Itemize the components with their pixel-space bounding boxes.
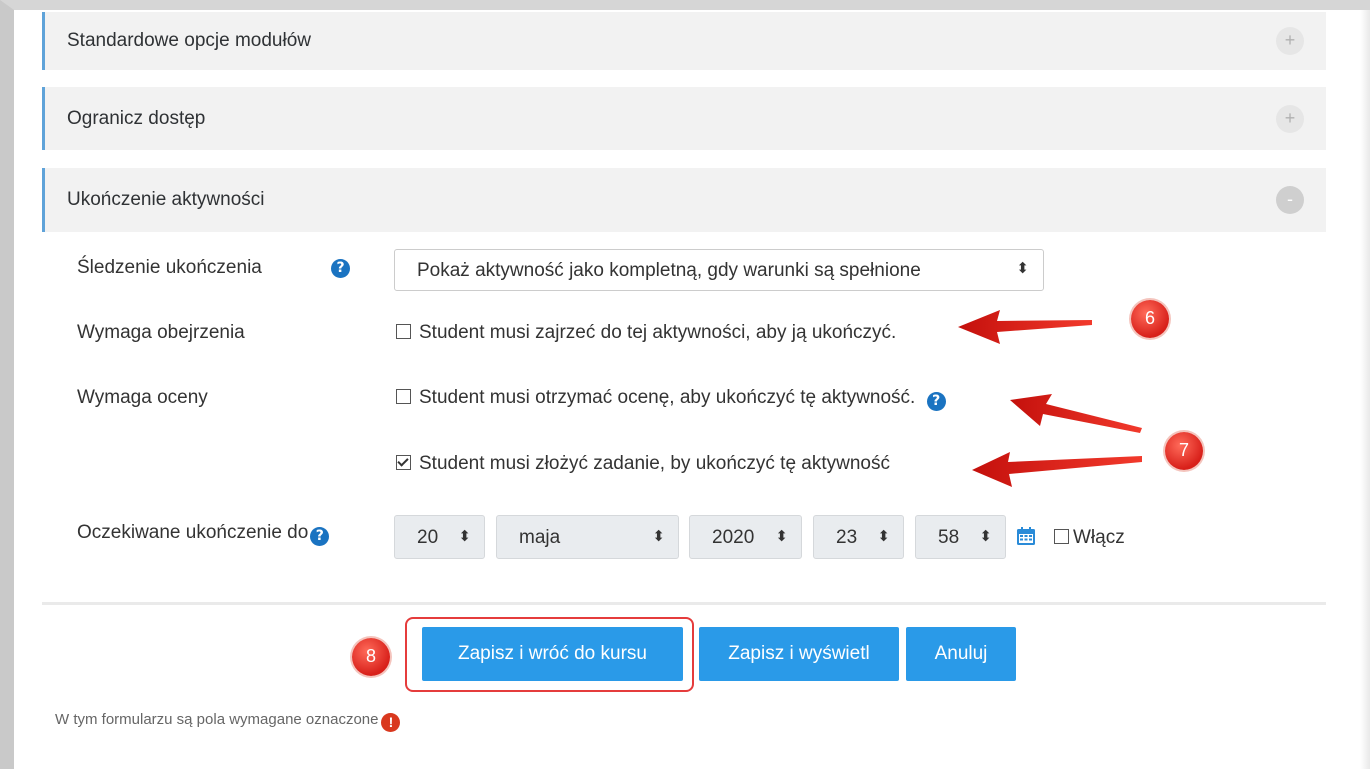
annotation-badge-6: 6 bbox=[1131, 300, 1169, 338]
view-checkbox-label: Student musi zajrzeć do tej aktywności, … bbox=[419, 322, 897, 343]
day-value: 20 bbox=[417, 527, 439, 548]
grade-checkbox-label: Student musi otrzymać ocenę, aby ukończy… bbox=[419, 387, 916, 408]
section-title: Standardowe opcje modułów bbox=[67, 30, 311, 51]
expected-label-text: Oczekiwane ukończenie do bbox=[77, 522, 309, 543]
tracking-select-value: Pokaż aktywność jako kompletną, gdy waru… bbox=[417, 260, 921, 281]
save-and-display-button[interactable]: Zapisz i wyświetl bbox=[699, 627, 899, 681]
collapse-icon[interactable]: - bbox=[1276, 186, 1304, 214]
select-arrows-icon: ⬍ bbox=[652, 528, 665, 545]
select-arrows-icon: ⬍ bbox=[979, 528, 992, 545]
view-label: Wymaga obejrzenia bbox=[77, 322, 245, 343]
enable-checkbox-row[interactable]: Włącz bbox=[1054, 527, 1125, 549]
view-checkbox[interactable] bbox=[396, 324, 411, 339]
submit-checkbox-row[interactable]: Student musi złożyć zadanie, by ukończyć… bbox=[396, 453, 890, 475]
hour-value: 23 bbox=[836, 527, 858, 548]
save-and-return-button[interactable]: Zapisz i wróć do kursu bbox=[422, 627, 683, 681]
grade-checkbox-row[interactable]: Student musi otrzymać ocenę, aby ukończy… bbox=[396, 387, 946, 411]
question-circle-icon[interactable]: ? bbox=[926, 392, 946, 411]
view-checkbox-row[interactable]: Student musi zajrzeć do tej aktywności, … bbox=[396, 322, 896, 344]
expand-icon[interactable]: + bbox=[1276, 105, 1304, 133]
year-select[interactable]: 2020 ⬍ bbox=[689, 515, 802, 559]
section-restrict-access[interactable]: Ogranicz dostęp + bbox=[42, 87, 1326, 150]
question-circle-icon[interactable]: ? bbox=[331, 259, 350, 278]
select-arrows-icon: ⬍ bbox=[877, 528, 890, 545]
year-value: 2020 bbox=[712, 527, 755, 548]
exclamation-circle-icon: ! bbox=[381, 713, 401, 732]
section-title: Ogranicz dostęp bbox=[67, 108, 206, 129]
section-title: Ukończenie aktywności bbox=[67, 189, 265, 210]
grade-checkbox[interactable] bbox=[396, 389, 411, 404]
annotation-badge-8: 8 bbox=[352, 638, 390, 676]
expand-icon[interactable]: + bbox=[1276, 27, 1304, 55]
cancel-button[interactable]: Anuluj bbox=[906, 627, 1016, 681]
day-select[interactable]: 20 ⬍ bbox=[394, 515, 485, 559]
month-value: maja bbox=[519, 527, 561, 548]
minute-value: 58 bbox=[938, 527, 960, 548]
submit-checkbox-label: Student musi złożyć zadanie, by ukończyć… bbox=[419, 453, 891, 474]
enable-checkbox-label: Włącz bbox=[1073, 527, 1125, 548]
minute-select[interactable]: 58 ⬍ bbox=[915, 515, 1006, 559]
question-circle-icon[interactable]: ? bbox=[310, 527, 330, 546]
required-note-text: W tym formularzu są pola wymagane oznacz… bbox=[55, 711, 379, 728]
month-select[interactable]: maja ⬍ bbox=[496, 515, 679, 559]
select-arrows-icon: ⬍ bbox=[1016, 260, 1029, 277]
required-fields-note: W tym formularzu są pola wymagane oznacz… bbox=[55, 711, 401, 732]
hour-select[interactable]: 23 ⬍ bbox=[813, 515, 904, 559]
annotation-badge-7: 7 bbox=[1165, 432, 1203, 470]
expected-label: Oczekiwane ukończenie do? bbox=[77, 522, 330, 546]
grade-label: Wymaga oceny bbox=[77, 387, 208, 408]
submit-checkbox[interactable] bbox=[396, 455, 411, 470]
section-standard-options[interactable]: Standardowe opcje modułów + bbox=[42, 12, 1326, 70]
tracking-label: Śledzenie ukończenia bbox=[77, 257, 262, 278]
select-arrows-icon: ⬍ bbox=[775, 528, 788, 545]
tracking-select[interactable]: Pokaż aktywność jako kompletną, gdy waru… bbox=[394, 249, 1044, 291]
section-activity-completion[interactable]: Ukończenie aktywności - bbox=[42, 168, 1326, 232]
select-arrows-icon: ⬍ bbox=[458, 528, 471, 545]
calendar-icon[interactable] bbox=[1016, 526, 1036, 546]
enable-checkbox[interactable] bbox=[1054, 529, 1069, 544]
